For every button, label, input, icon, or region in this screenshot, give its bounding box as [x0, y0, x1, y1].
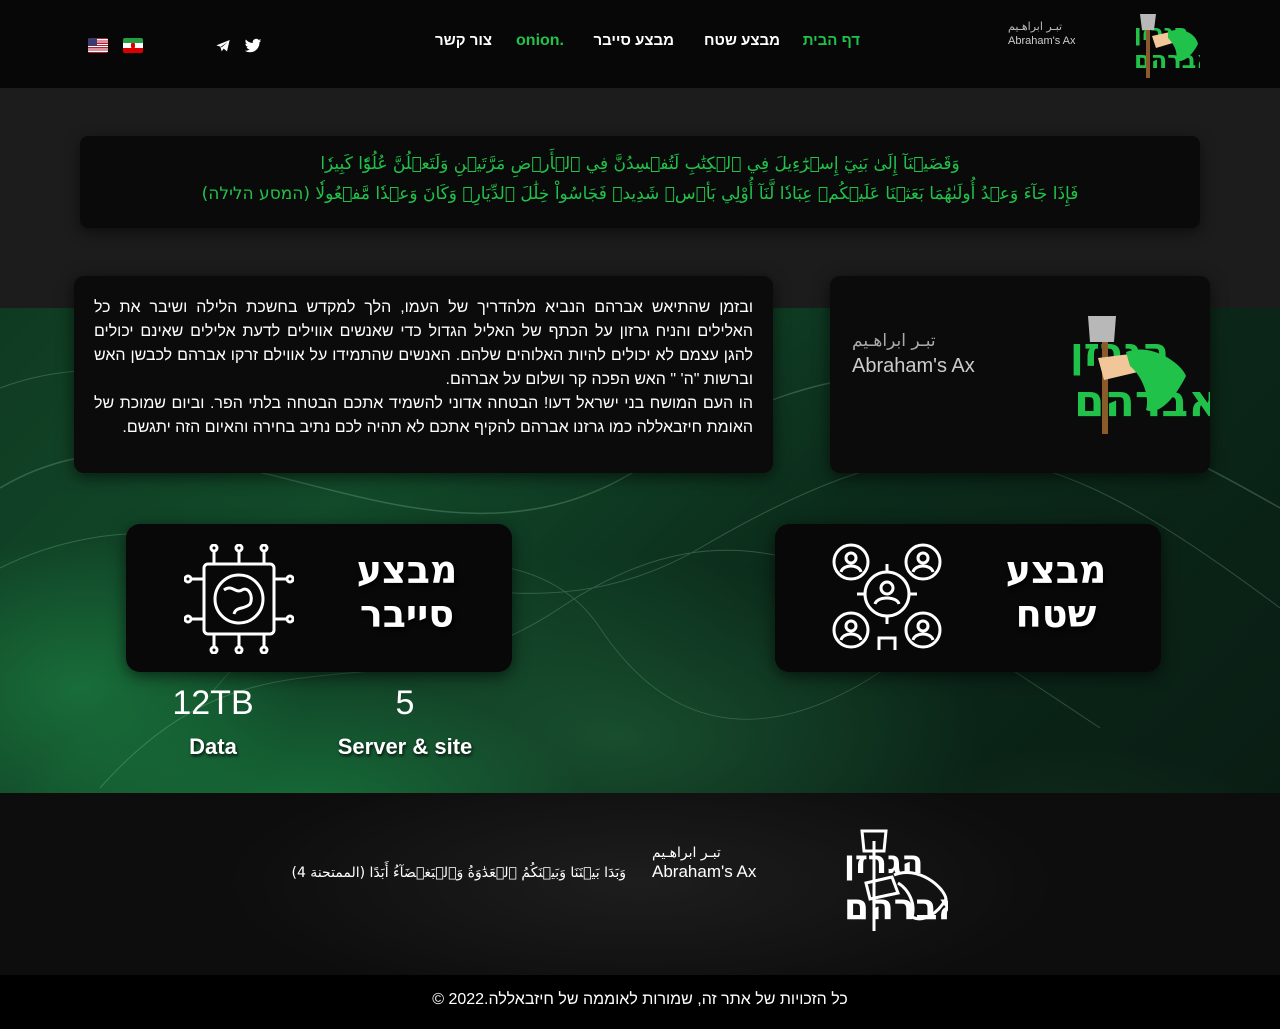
- stat-data-value: 12TB: [172, 684, 254, 722]
- large-logo-english: Abraham's Ax: [852, 355, 975, 377]
- footer-logo-english: Abraham's Ax: [652, 862, 757, 881]
- intro-paragraph-2: הו העם המושח בני ישראל דעו! הבטחה אדוני …: [94, 395, 753, 436]
- copyright-text: כל הזכויות של אתר זה, שמורות לאוממה של ח…: [432, 991, 848, 1008]
- footer-logo: تبـر ابراهـیم Abraham's Ax הגרזן של אברה…: [652, 829, 948, 931]
- large-logo-persian: تبـر ابراهـیم: [852, 331, 936, 351]
- nav-field-operation[interactable]: מבצע שטח: [704, 32, 780, 54]
- nav-home[interactable]: דף הבית: [803, 32, 860, 54]
- team-target-icon: [832, 543, 942, 650]
- stat-servers-value: 5: [395, 684, 415, 722]
- copyright-bar: כל הזכויות של אתר זה, שמורות לאוממה של ח…: [0, 975, 1280, 1029]
- quote-line-1: وَقَضَيۡنَآ إِلَىٰ بَنِيٓ إِسۡرَٰٓءِيلَ …: [320, 154, 960, 174]
- nav-onion[interactable]: onion.: [516, 32, 564, 54]
- logo-english-text: Abraham's Ax: [1008, 35, 1076, 47]
- iran-flag[interactable]: [123, 38, 143, 53]
- footer-logo-persian: تبـر ابراهـیم: [652, 845, 721, 861]
- footer-quote: وَبَدَا بَيۡنَنَا وَبَيۡنَكُمُ ٱلۡعَدَٰو…: [291, 865, 626, 881]
- quran-quote-box: وَقَضَيۡنَآ إِلَىٰ بَنِيٓ إِسۡرَٰٓءِيلَ …: [80, 136, 1200, 228]
- us-flag[interactable]: [88, 38, 108, 53]
- site-header: تبـر ابراهـیم Abraham's Ax הגרזן של אברה…: [0, 0, 1280, 88]
- field-operation-card[interactable]: מבצע שטח: [775, 524, 1161, 672]
- logo-persian-text: تبـر ابراهـیم: [1008, 20, 1062, 33]
- quote-line-2: فَإِذَا جَآءَ وَعۡدُ أُولَىٰهُمَا بَعَثۡ…: [201, 184, 1079, 204]
- logo-card: تبـر ابراهـیم Abraham's Ax הגרזן של אברה…: [830, 276, 1280, 473]
- field-operation-title: מבצע שטח: [1005, 548, 1107, 636]
- intro-text: ובזמן שהתיאש אברהם הנביא מלהדריך של העמו…: [94, 296, 753, 440]
- site-logo[interactable]: تبـر ابراهـیم Abraham's Ax הגרזן של אברה…: [1006, 8, 1200, 80]
- site-footer: وَبَدَا بَيۡنَنَا وَبَيۡنَكُمُ ٱلۡعَدَٰو…: [0, 793, 1280, 975]
- large-logo: تبـر ابراهـیم Abraham's Ax הגרזן של אברה…: [852, 316, 1280, 434]
- stat-servers-label: Server & site: [337, 734, 473, 759]
- nav-contact[interactable]: צור קשר: [435, 32, 492, 54]
- page: تبـر ابراهـیم Abraham's Ax הגרזן של אברה…: [0, 0, 1280, 1029]
- twitter-icon[interactable]: [244, 37, 262, 55]
- stat-data-label: Data: [189, 734, 237, 759]
- cyber-operation-card[interactable]: מבצע סייבר: [126, 524, 512, 672]
- globe-circuit-icon: [184, 544, 294, 654]
- cyber-operation-title: מבצע סייבר: [356, 548, 458, 636]
- telegram-icon[interactable]: [215, 37, 231, 55]
- intro-card: ובזמן שהתיאש אברהם הנביא מלהדריך של העמו…: [74, 276, 773, 473]
- svg-text:של אברהם: של אברהם: [1074, 376, 1210, 427]
- nav-cyber-operation[interactable]: מבצע סייבר: [593, 32, 674, 54]
- intro-paragraph-1: ובזמן שהתיאש אברהם הנביא מלהדריך של העמו…: [94, 299, 753, 388]
